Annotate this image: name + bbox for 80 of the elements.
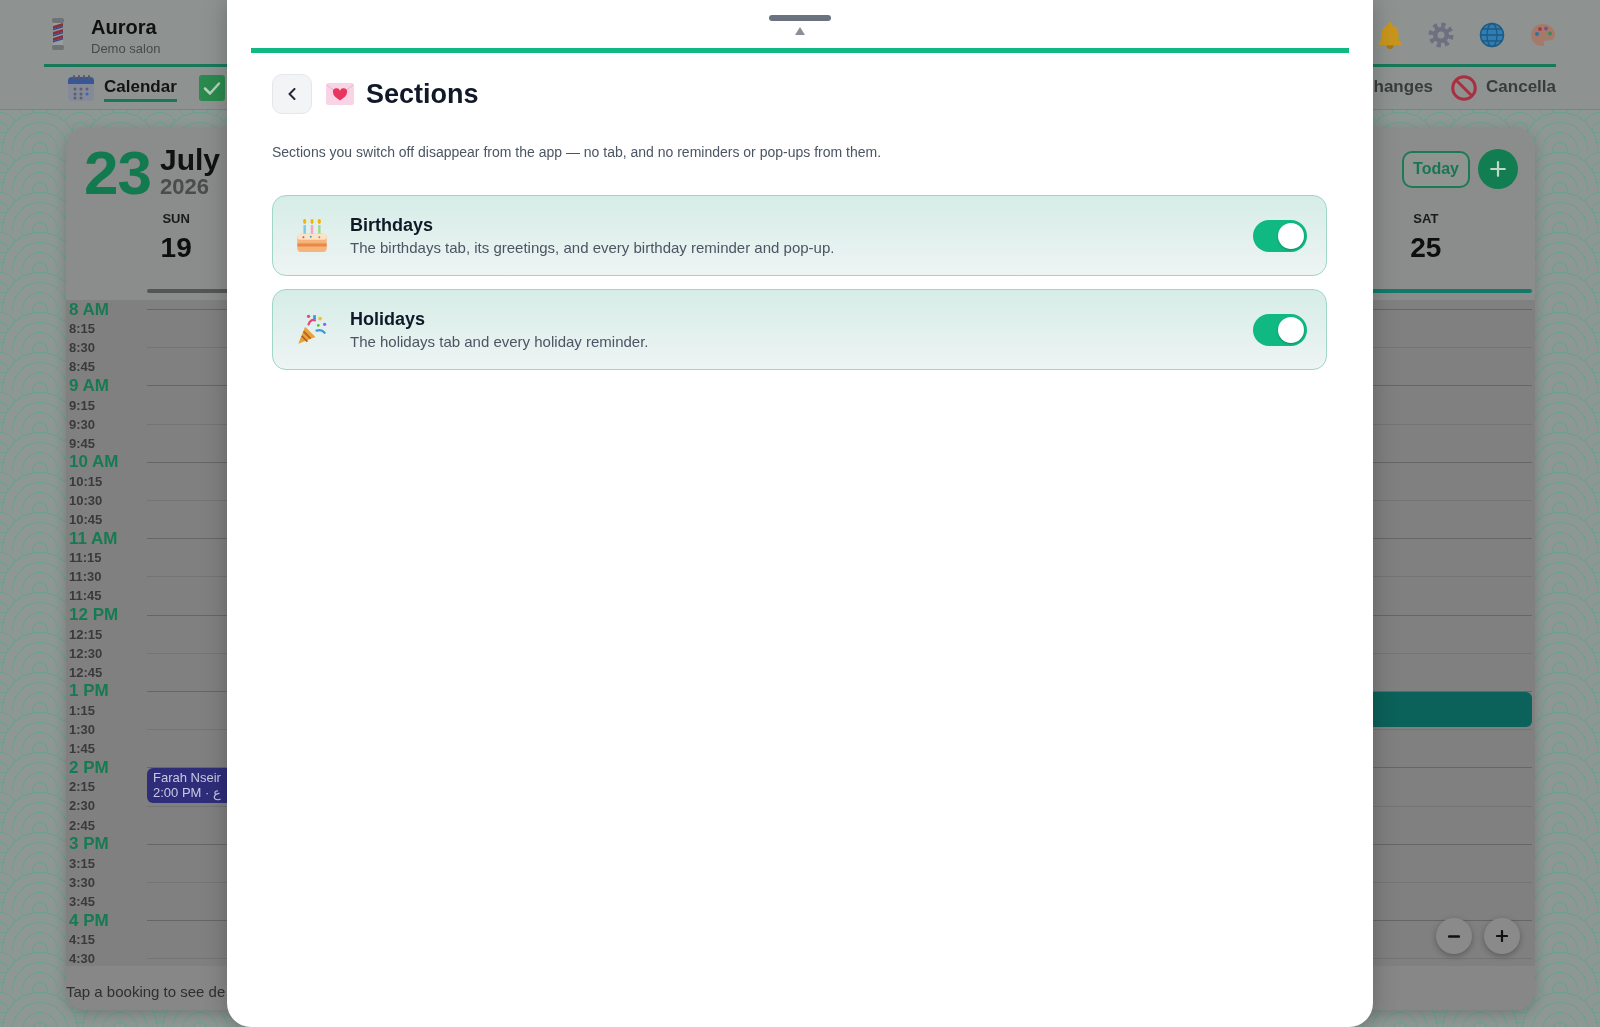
nav-tab[interactable]: Cancella — [1451, 74, 1556, 102]
time-label: 9:45 — [69, 435, 96, 451]
time-label: 8:15 — [69, 321, 96, 337]
time-label: 10:45 — [69, 512, 103, 528]
check-icon — [198, 75, 225, 101]
back-button[interactable] — [272, 74, 312, 114]
sheet-title: Sections — [366, 78, 479, 110]
time-label: 1:30 — [69, 722, 96, 738]
bell-icon[interactable] — [1377, 21, 1403, 49]
day-number-large: 23 — [84, 142, 151, 204]
plus-icon — [1490, 161, 1506, 177]
chevron-left-icon — [288, 88, 296, 100]
barber-pole-icon — [50, 18, 66, 50]
booking-block[interactable] — [1373, 691, 1532, 727]
time-label: 11:15 — [69, 550, 102, 566]
time-label: 3:30 — [69, 874, 96, 890]
add-button[interactable] — [1478, 149, 1518, 189]
time-label: 3:15 — [69, 855, 96, 871]
time-label: 3 PM — [69, 835, 109, 854]
prohibited-icon — [1451, 75, 1478, 101]
day-number: 19 — [160, 232, 192, 264]
calendar-icon — [67, 74, 95, 102]
section-title: Birthdays — [350, 214, 434, 236]
year-label: 2026 — [159, 176, 209, 198]
weekday-label: SUN — [162, 211, 190, 227]
globe-icon[interactable] — [1479, 22, 1505, 48]
nav-tab[interactable]: hanges — [1373, 74, 1434, 102]
time-label: 8:45 — [69, 359, 96, 375]
plus-icon — [1496, 930, 1508, 942]
cake-icon — [297, 219, 327, 252]
drag-handle[interactable] — [769, 15, 831, 21]
time-label: 10:15 — [69, 473, 103, 489]
time-label: 10 AM — [69, 453, 119, 472]
minus-icon — [1448, 934, 1460, 938]
settings-icon[interactable] — [1428, 22, 1454, 48]
booking-time: 2:00 PM · ع — [153, 785, 221, 801]
time-label: 10:30 — [69, 493, 103, 508]
section-title: Holidays — [350, 308, 426, 330]
section-description: The birthdays tab, its greetings, and every birthday reminder and pop-up. — [350, 239, 835, 257]
weekday-label: SAT — [1413, 211, 1439, 227]
time-label: 12:15 — [69, 626, 103, 642]
zoom-out-button[interactable] — [1436, 918, 1472, 954]
palette-icon[interactable] — [1530, 23, 1556, 47]
nav-tab[interactable]: Calendar — [67, 74, 177, 102]
time-label: 4:15 — [69, 932, 96, 948]
time-label: 12:30 — [69, 645, 103, 661]
time-label: 11:30 — [69, 569, 102, 585]
toggle-switch[interactable] — [1253, 313, 1307, 346]
app-subtitle: Demo salon — [91, 39, 161, 57]
time-label: 3:45 — [69, 893, 96, 909]
booking-name: Farah Nseir — [153, 770, 221, 786]
day-number: 25 — [1410, 232, 1442, 264]
time-label: 4:30 — [69, 951, 96, 966]
time-label: 12 PM — [69, 606, 119, 625]
time-label: 2:15 — [69, 779, 96, 795]
heart-letter-icon — [326, 83, 354, 105]
caret-up-icon — [795, 27, 805, 35]
app-name: Aurora — [91, 15, 158, 38]
time-label: 1:45 — [69, 741, 96, 757]
toggle-switch[interactable] — [1253, 219, 1307, 252]
time-label: 11 AM — [69, 529, 118, 548]
party-popper-icon — [297, 314, 327, 345]
time-label: 2:30 — [69, 798, 96, 814]
zoom-in-button[interactable] — [1484, 918, 1520, 954]
time-label: 9:15 — [69, 397, 96, 413]
time-label: 4 PM — [69, 911, 109, 930]
time-label: 8:30 — [69, 340, 96, 356]
time-label: 9 AM — [69, 376, 109, 395]
section-description: The holidays tab and every holiday reminder. — [350, 333, 649, 351]
time-label: 12:45 — [69, 664, 103, 680]
time-label: 2 PM — [69, 758, 109, 777]
time-label: 8 AM — [69, 300, 109, 319]
time-label: 2:45 — [69, 817, 96, 833]
hint-text: Tap a booking to see de — [66, 982, 226, 1000]
time-label: 9:30 — [69, 416, 96, 432]
time-label: 1 PM — [69, 682, 109, 701]
time-label: 1:15 — [69, 703, 96, 718]
sheet-description: Sections you switch off disappear from the app — no tab, and no reminders or pop-ups from them. — [272, 144, 883, 160]
time-label: 11:45 — [69, 588, 102, 604]
month-label: July — [159, 144, 220, 176]
